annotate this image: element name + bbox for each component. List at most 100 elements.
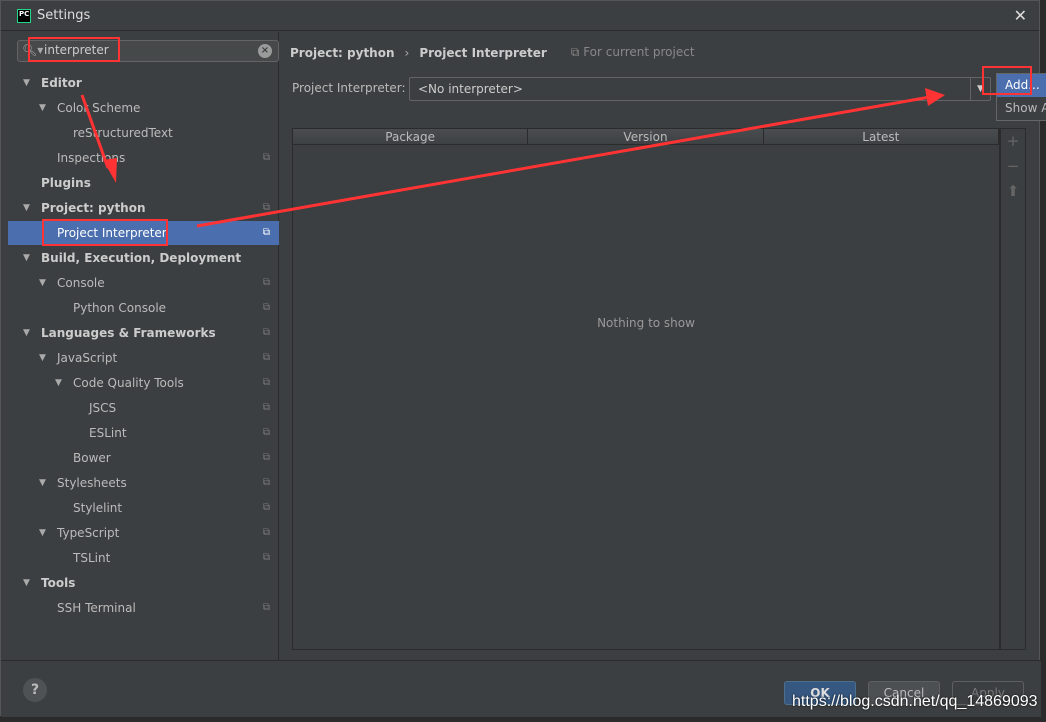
title-bar: PC Settings ✕ <box>1 1 1039 31</box>
breadcrumb-parent: Project: python <box>290 45 395 60</box>
tree-item-label: Color Scheme <box>57 101 141 115</box>
tree-item-label: Build, Execution, Deployment <box>41 251 242 265</box>
project-scope-icon: ⧉ <box>262 527 270 538</box>
expand-arrow-icon[interactable]: ▼ <box>55 371 62 395</box>
tree-item-label: Editor <box>41 76 82 90</box>
project-scope-icon: ⧉ <box>262 427 270 438</box>
tree-item[interactable]: ▼ Color Scheme <box>8 96 279 120</box>
menu-item-add[interactable]: Add... <box>997 74 1046 97</box>
tree-item[interactable]: ▼ Console ⧉ <box>8 271 279 295</box>
tree-item[interactable]: Plugins <box>8 171 279 195</box>
expand-arrow-icon[interactable]: ▼ <box>39 521 46 545</box>
tree-item[interactable]: ▼ Code Quality Tools ⧉ <box>8 371 279 395</box>
upgrade-package-icon[interactable]: ⬆ <box>1001 179 1025 204</box>
expand-arrow-icon[interactable]: ▼ <box>23 196 30 220</box>
tree-item[interactable]: ▼ Editor <box>8 71 279 95</box>
tree-item-label: Code Quality Tools <box>73 376 184 390</box>
project-scope-icon: ⧉ <box>262 302 270 313</box>
expand-arrow-icon[interactable]: ▼ <box>23 571 30 595</box>
expand-arrow-icon[interactable]: ▼ <box>23 71 30 95</box>
tree-item[interactable]: Inspections ⧉ <box>8 146 279 170</box>
interpreter-select[interactable]: <No interpreter> ▼ <box>409 77 991 101</box>
settings-sidebar: 🔍︎▾ × ▼ Editor ▼ Color Scheme reStructuredTe… <box>8 32 279 660</box>
tree-item-label: Inspections <box>57 151 126 165</box>
tree-item-label: Stylelint <box>73 501 123 515</box>
project-scope-icon: ⧉ <box>262 377 270 388</box>
breadcrumb-separator-icon: › <box>404 45 410 60</box>
project-scope-icon: ⧉ <box>262 477 270 488</box>
tree-item[interactable]: ▼ Tools <box>8 571 279 595</box>
tree-item-label: Python Console <box>73 301 167 315</box>
search-input[interactable] <box>44 43 254 57</box>
tree-item-label: TSLint <box>73 551 111 565</box>
tree-item-label: JavaScript <box>57 351 118 365</box>
project-scope-icon: ⧉ <box>262 152 270 163</box>
scope-label: ⧉ For current project <box>570 45 695 59</box>
tree-item-label: Stylesheets <box>57 476 127 490</box>
tree-item[interactable]: ESLint ⧉ <box>8 421 279 445</box>
table-body: Nothing to show <box>293 146 1000 649</box>
table-header: Package Version Latest <box>293 129 999 145</box>
tree-item[interactable]: JSCS ⧉ <box>8 396 279 420</box>
tree-item[interactable]: TSLint ⧉ <box>8 546 279 570</box>
expand-arrow-icon[interactable]: ▼ <box>23 246 30 270</box>
tree-item[interactable]: Python Console ⧉ <box>8 296 279 320</box>
tree-item[interactable]: Project Interpreter ⧉ <box>8 221 279 245</box>
watermark: https://blog.csdn.net/qq_14869093 <box>792 693 1038 710</box>
expand-arrow-icon[interactable]: ▼ <box>39 471 46 495</box>
tree-item[interactable]: Stylelint ⧉ <box>8 496 279 520</box>
project-scope-icon: ⧉ <box>262 602 270 613</box>
settings-dialog: PC Settings ✕ 🔍︎▾ × ▼ Editor ▼ Color Scheme… <box>0 0 1046 717</box>
tree-item[interactable]: SSH Terminal ⧉ <box>8 596 279 620</box>
clear-search-icon[interactable]: × <box>258 44 272 58</box>
expand-arrow-icon[interactable]: ▼ <box>39 346 46 370</box>
project-scope-icon: ⧉ <box>262 327 270 338</box>
copy-icon: ⧉ <box>570 45 584 59</box>
expand-arrow-icon[interactable]: ▼ <box>39 96 46 120</box>
search-icon[interactable]: 🔍︎▾ <box>22 43 43 57</box>
project-scope-icon: ⧉ <box>262 352 270 363</box>
breadcrumb: Project: python › Project Interpreter ⧉ … <box>290 45 695 60</box>
tree-item-label: Plugins <box>41 176 91 190</box>
tree-item[interactable]: Bower ⧉ <box>8 446 279 470</box>
add-package-icon[interactable]: + <box>1001 129 1025 154</box>
search-field[interactable]: 🔍︎▾ × <box>17 40 279 62</box>
tree-item-label: Languages & Frameworks <box>41 326 216 340</box>
window-title: Settings <box>37 8 91 23</box>
tree-item-label: Bower <box>73 451 111 465</box>
tree-item-label: Tools <box>41 576 76 590</box>
tree-item-label: reStructuredText <box>73 126 173 140</box>
project-scope-icon: ⧉ <box>262 227 270 238</box>
tree-item-label: JSCS <box>89 401 117 415</box>
remove-package-icon[interactable]: − <box>1001 154 1025 179</box>
expand-arrow-icon[interactable]: ▼ <box>23 321 30 345</box>
project-scope-icon: ⧉ <box>262 502 270 513</box>
tree-item[interactable]: ▼ TypeScript ⧉ <box>8 521 279 545</box>
interpreter-label: Project Interpreter: <box>292 81 406 95</box>
project-scope-icon: ⧉ <box>262 452 270 463</box>
menu-item-show-all[interactable]: Show All... <box>997 97 1046 120</box>
project-scope-icon: ⧉ <box>262 277 270 288</box>
tree-item-label: SSH Terminal <box>57 601 136 615</box>
interpreter-gear-menu: Add... Show All... <box>996 73 1046 121</box>
help-button[interactable]: ? <box>23 678 47 702</box>
packages-table: Package Version Latest Nothing to show <box>292 128 1000 650</box>
tree-item[interactable]: reStructuredText <box>8 121 279 145</box>
tree-item[interactable]: ▼ Stylesheets ⧉ <box>8 471 279 495</box>
project-scope-icon: ⧉ <box>262 552 270 563</box>
tree-item[interactable]: ▼ Languages & Frameworks ⧉ <box>8 321 279 345</box>
column-package[interactable]: Package <box>293 129 529 144</box>
tree-item-label: Project Interpreter <box>57 226 167 240</box>
close-icon[interactable]: ✕ <box>1014 6 1027 25</box>
project-scope-icon: ⧉ <box>262 202 270 213</box>
expand-arrow-icon[interactable]: ▼ <box>39 271 46 295</box>
tree-item[interactable]: ▼ Project: python ⧉ <box>8 196 279 220</box>
tree-item[interactable]: ▼ JavaScript ⧉ <box>8 346 279 370</box>
pycharm-logo: PC <box>17 8 31 23</box>
column-latest[interactable]: Latest <box>764 129 999 144</box>
empty-message: Nothing to show <box>597 316 695 330</box>
tree-item-label: Project: python <box>41 201 146 215</box>
tree-item[interactable]: ▼ Build, Execution, Deployment <box>8 246 279 270</box>
dropdown-arrow-icon[interactable]: ▼ <box>970 78 990 100</box>
column-version[interactable]: Version <box>528 129 764 144</box>
